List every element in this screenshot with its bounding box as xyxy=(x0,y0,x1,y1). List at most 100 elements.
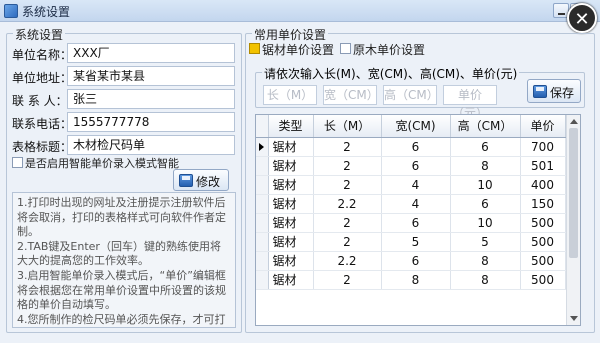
table-cell[interactable]: 锯材 xyxy=(268,251,314,271)
close-icon[interactable]: ✕ xyxy=(567,3,597,33)
table-row[interactable]: 锯材 2 8 8 500 xyxy=(256,270,566,290)
table-cell[interactable]: 2 xyxy=(313,232,382,252)
table-cell[interactable]: 5 xyxy=(450,232,521,252)
notes-textarea[interactable]: 1.打印时出现的网址及注册提示注册软件后将会取消，打印的表格样式可向软件作者定制… xyxy=(12,192,236,328)
title-bar[interactable]: 系统设置 xyxy=(0,0,600,22)
table-cell[interactable]: 锯材 xyxy=(268,213,314,233)
row-indicator[interactable] xyxy=(256,251,269,271)
window-title: 系统设置 xyxy=(22,5,71,19)
table-cell[interactable]: 2 xyxy=(313,175,382,195)
table-cell[interactable]: 6 xyxy=(381,156,451,176)
table-cell[interactable]: 500 xyxy=(520,251,566,271)
table-cell[interactable]: 2 xyxy=(313,137,382,157)
save-disk-icon xyxy=(533,85,547,98)
company-address-label: 单位地址： xyxy=(12,71,73,85)
table-cell[interactable]: 150 xyxy=(520,194,566,214)
table-cell[interactable]: 锯材 xyxy=(268,175,314,195)
system-settings-group: 系统设置 单位名称： XXX厂 单位地址： 某省某市某县 联 系 人： 张三 联… xyxy=(6,26,242,333)
table-header-row: 类型 长（M） 宽(CM) 高（CM） 单价 xyxy=(256,115,566,138)
save-disk-icon xyxy=(179,174,193,187)
table-cell[interactable]: 500 xyxy=(520,270,566,290)
table-row[interactable]: 锯材 2.2 6 8 500 xyxy=(256,251,566,271)
smart-price-checkbox[interactable] xyxy=(12,157,23,168)
table-row[interactable]: 锯材 2 4 10 400 xyxy=(256,175,566,195)
table-cell[interactable]: 锯材 xyxy=(268,194,314,214)
table-cell[interactable]: 锯材 xyxy=(268,137,314,157)
table-cell[interactable]: 10 xyxy=(450,213,521,233)
price-input[interactable]: 单价（元） xyxy=(443,85,497,120)
row-indicator[interactable] xyxy=(256,156,269,176)
app-icon xyxy=(4,4,18,18)
price-input-group: 请依次输入长(M)、宽(CM)、高(CM)、单价(元) 长（M） 宽（CM） 高… xyxy=(255,65,585,120)
contact-phone-label: 联系电话： xyxy=(12,117,73,131)
table-cell[interactable]: 700 xyxy=(520,137,566,157)
lumber-price-label: 锯材单价设置 xyxy=(262,43,335,57)
price-input-title: 请依次输入长(M)、宽(CM)、高(CM)、单价(元) xyxy=(262,65,520,82)
table-cell[interactable]: 8 xyxy=(450,251,521,271)
price-table[interactable]: 类型 长（M） 宽(CM) 高（CM） 单价 锯材 2 6 6 700 锯材 2 6 8 501 锯… xyxy=(255,114,581,326)
row-indicator[interactable] xyxy=(256,270,269,290)
modify-button[interactable]: 修改 xyxy=(173,169,229,191)
table-scrollbar[interactable] xyxy=(566,115,580,325)
table-cell[interactable]: 4 xyxy=(381,194,451,214)
table-cell[interactable]: 6 xyxy=(450,194,521,214)
scroll-thumb[interactable] xyxy=(569,128,578,258)
table-cell[interactable]: 5 xyxy=(381,232,451,252)
table-cell[interactable]: 锯材 xyxy=(268,270,314,290)
table-cell[interactable]: 10 xyxy=(450,175,521,195)
row-indicator-header xyxy=(256,115,269,138)
width-input[interactable]: 宽（CM） xyxy=(323,85,379,105)
table-cell[interactable]: 500 xyxy=(520,213,566,233)
row-indicator[interactable] xyxy=(256,137,269,157)
smart-price-label: 是否启用智能单价录入模式智能 xyxy=(25,157,179,170)
log-price-label: 原木单价设置 xyxy=(353,43,426,57)
table-title-field[interactable]: 木材检尺码单 xyxy=(67,135,235,155)
table-cell[interactable]: 锯材 xyxy=(268,156,314,176)
table-cell[interactable]: 2.2 xyxy=(313,194,382,214)
row-indicator[interactable] xyxy=(256,213,269,233)
col-header-length[interactable]: 长（M） xyxy=(313,115,382,138)
table-row[interactable]: 锯材 2 5 5 500 xyxy=(256,232,566,252)
contact-phone-field[interactable]: 1555777778 xyxy=(67,112,235,132)
table-cell[interactable]: 501 xyxy=(520,156,566,176)
table-cell[interactable]: 8 xyxy=(450,156,521,176)
scroll-down-icon[interactable] xyxy=(570,316,578,321)
lumber-price-checkbox[interactable] xyxy=(249,43,260,54)
contact-person-field[interactable]: 张三 xyxy=(67,89,235,109)
table-cell[interactable]: 2 xyxy=(313,213,382,233)
company-address-field[interactable]: 某省某市某县 xyxy=(67,66,235,86)
table-cell[interactable]: 400 xyxy=(520,175,566,195)
row-indicator[interactable] xyxy=(256,175,269,195)
table-cell[interactable]: 锯材 xyxy=(268,232,314,252)
table-title-label: 表格标题： xyxy=(12,140,73,154)
scroll-up-icon[interactable] xyxy=(570,119,578,124)
table-cell[interactable]: 4 xyxy=(381,175,451,195)
table-cell[interactable]: 6 xyxy=(450,137,521,157)
height-input[interactable]: 高（CM） xyxy=(383,85,439,105)
contact-person-label: 联 系 人： xyxy=(12,94,68,108)
table-cell[interactable]: 2 xyxy=(313,156,382,176)
row-indicator[interactable] xyxy=(256,232,269,252)
table-row[interactable]: 锯材 2 6 8 501 xyxy=(256,156,566,176)
col-header-height[interactable]: 高（CM） xyxy=(450,115,521,138)
table-cell[interactable]: 500 xyxy=(520,232,566,252)
save-button[interactable]: 保存 xyxy=(527,79,581,103)
current-row-arrow-icon xyxy=(259,142,265,151)
log-price-checkbox[interactable] xyxy=(340,43,351,54)
col-header-width[interactable]: 宽(CM) xyxy=(381,115,451,138)
table-cell[interactable]: 8 xyxy=(450,270,521,290)
col-header-type[interactable]: 类型 xyxy=(268,115,314,138)
table-cell[interactable]: 8 xyxy=(381,270,451,290)
company-name-field[interactable]: XXX厂 xyxy=(67,43,235,63)
table-cell[interactable]: 6 xyxy=(381,213,451,233)
table-row[interactable]: 锯材 2.2 4 6 150 xyxy=(256,194,566,214)
length-input[interactable]: 长（M） xyxy=(263,85,317,105)
table-row[interactable]: 锯材 2 6 6 700 xyxy=(256,137,566,157)
table-cell[interactable]: 2.2 xyxy=(313,251,382,271)
table-cell[interactable]: 6 xyxy=(381,137,451,157)
table-row[interactable]: 锯材 2 6 10 500 xyxy=(256,213,566,233)
table-cell[interactable]: 2 xyxy=(313,270,382,290)
table-cell[interactable]: 6 xyxy=(381,251,451,271)
row-indicator[interactable] xyxy=(256,194,269,214)
col-header-price[interactable]: 单价 xyxy=(520,115,566,138)
